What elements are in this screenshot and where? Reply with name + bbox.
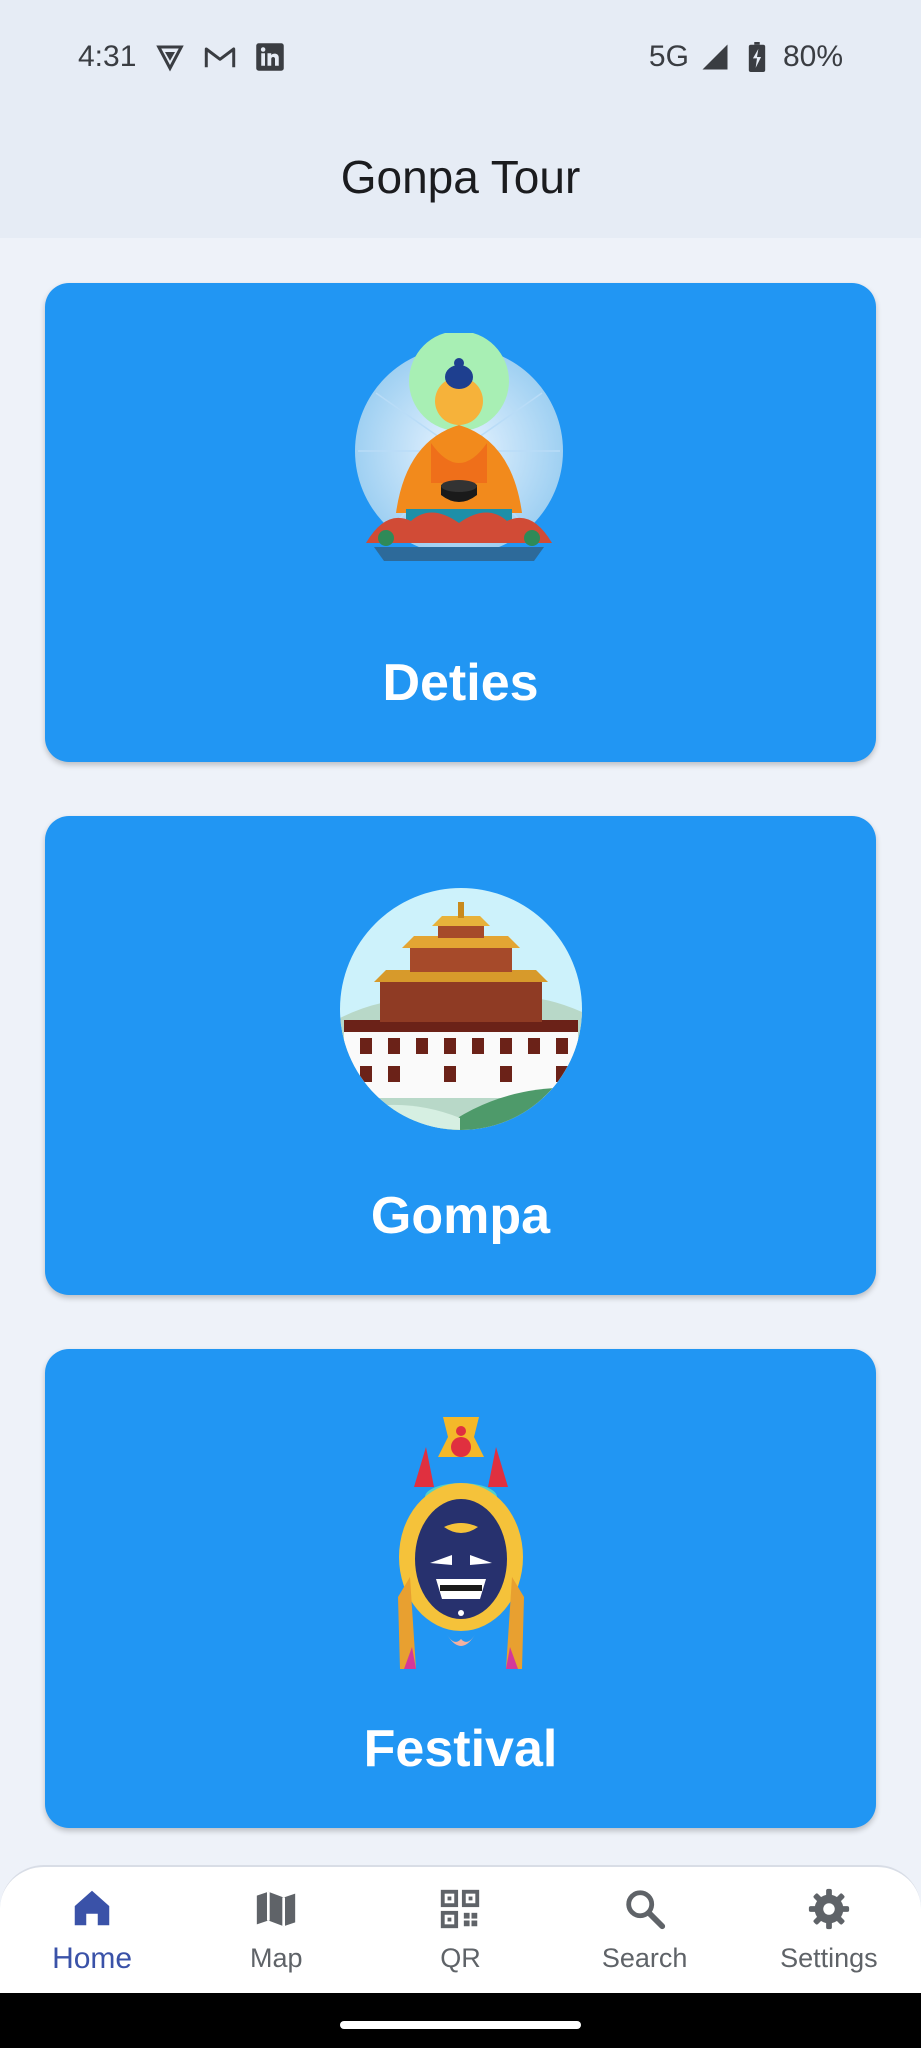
network-type: 5G <box>648 40 689 73</box>
status-right: 5G 80% <box>649 40 843 74</box>
search-icon <box>622 1886 668 1937</box>
nav-map[interactable]: Map <box>184 1886 368 1974</box>
status-time: 4:31 <box>78 40 137 73</box>
status-left: 4:31 <box>78 40 286 74</box>
app-bar: Gonpa Tour <box>0 115 921 238</box>
nav-label-search: Search <box>601 1943 688 1973</box>
gesture-bar <box>0 1993 921 2048</box>
mask-image <box>386 1407 536 1677</box>
nav-settings[interactable]: Settings <box>737 1886 921 1974</box>
battery-icon <box>741 41 773 73</box>
buddha-image <box>346 331 576 563</box>
home-icon <box>69 1885 115 1936</box>
card-label-festival: Festival <box>363 1720 558 1778</box>
vpn-shield-icon <box>154 41 186 73</box>
card-deities[interactable]: Deties <box>45 283 876 762</box>
bottom-navigation: Home Map QR Search Settings <box>0 1865 921 1993</box>
category-list: Deties Gompa Festival <box>45 283 876 1882</box>
home-gesture-handle[interactable] <box>340 2021 581 2029</box>
gmail-icon <box>204 41 236 73</box>
card-label-gompa: Gompa <box>370 1187 551 1245</box>
card-label-deities: Deties <box>382 654 539 712</box>
signal-icon <box>699 41 731 73</box>
nav-label-qr: QR <box>440 1943 481 1973</box>
nav-home[interactable]: Home <box>0 1885 184 1976</box>
card-gompa[interactable]: Gompa <box>45 816 876 1295</box>
nav-label-map: Map <box>250 1943 303 1973</box>
linkedin-icon <box>254 41 286 73</box>
monastery-image <box>339 888 582 1130</box>
nav-label-settings: Settings <box>780 1943 878 1973</box>
nav-search[interactable]: Search <box>553 1886 737 1974</box>
map-icon <box>253 1886 299 1937</box>
page-title: Gonpa Tour <box>340 150 581 203</box>
nav-qr[interactable]: QR <box>368 1886 552 1974</box>
battery-percent: 80% <box>782 40 843 73</box>
qr-code-icon <box>437 1886 483 1937</box>
card-festival[interactable]: Festival <box>45 1349 876 1828</box>
nav-label-home: Home <box>52 1941 133 1975</box>
gear-icon <box>806 1886 852 1937</box>
status-bar: 4:31 5G 80% <box>0 0 921 115</box>
